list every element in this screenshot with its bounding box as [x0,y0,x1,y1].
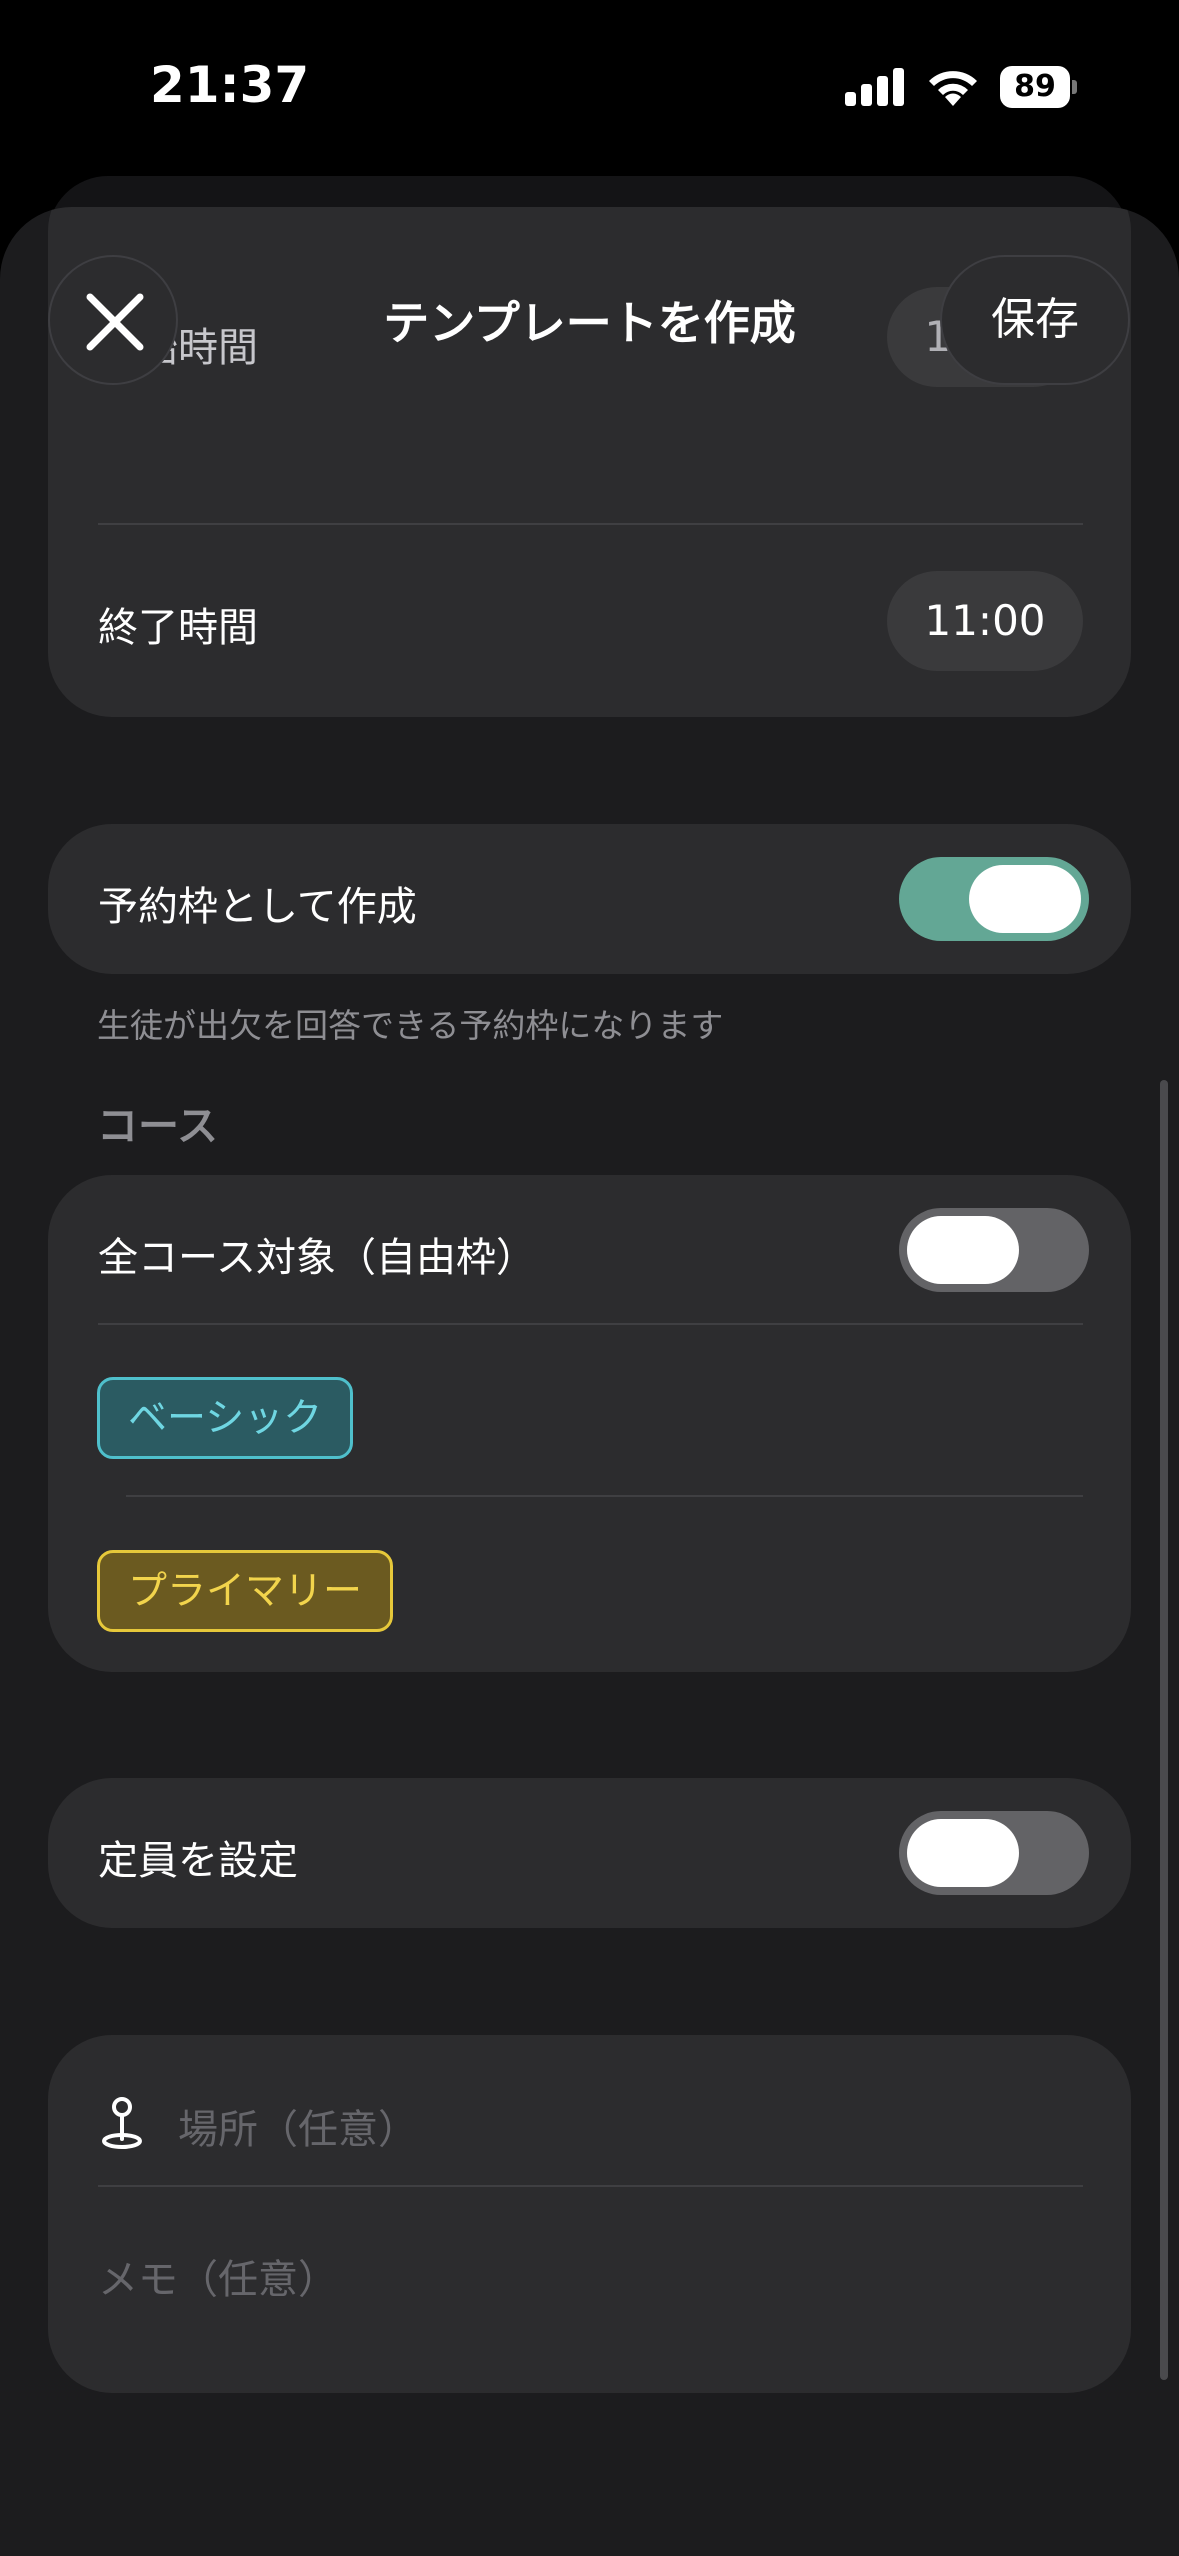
divider [98,2185,1083,2187]
close-icon [86,293,144,351]
course-tag-primary[interactable]: プライマリー [97,1550,394,1632]
wifi-icon [925,62,981,106]
end-time-picker[interactable]: 11:00 [887,571,1083,671]
reservation-card: 予約枠として作成 [48,824,1131,974]
course-tag-basic[interactable]: ベーシック [97,1377,354,1459]
location-pin-icon [98,2095,146,2151]
status-time: 21:37 [150,56,310,114]
page-title: テンプレートを作成 [383,296,796,350]
capacity-toggle[interactable] [899,1811,1089,1895]
cellular-signal-icon [845,66,905,106]
course-section-header: コース [97,1102,218,1150]
scrollbar[interactable] [1160,1080,1168,2380]
memo-input[interactable]: メモ（任意） [98,2247,338,2305]
reservation-toggle[interactable] [899,857,1089,941]
end-time-label: 終了時間 [98,605,258,651]
divider [126,1495,1083,1497]
close-button[interactable] [48,255,178,385]
course-card: 全コース対象（自由枠） ベーシック プライマリー [48,1175,1131,1672]
reservation-label: 予約枠として作成 [98,884,417,930]
capacity-card: 定員を設定 [48,1778,1131,1928]
template-sheet: 開始時間 10:00 終了時間 11:00 予約枠として作成 生徒が出欠を回答で… [0,207,1179,2556]
save-button[interactable]: 保存 [940,255,1130,385]
battery-level: 89 [1014,69,1056,104]
sheet-header: テンプレートを作成 保存 [0,207,1179,385]
divider [98,1323,1083,1325]
all-courses-toggle[interactable] [899,1208,1089,1292]
reservation-caption: 生徒が出欠を回答できる予約枠になります [97,1006,724,1045]
status-bar: 21:37 89 [0,0,1179,170]
battery-icon: 89 [1000,66,1077,108]
location-input[interactable]: 場所（任意） [178,2097,418,2155]
all-courses-label: 全コース対象（自由枠） [98,1235,536,1281]
capacity-label: 定員を設定 [98,1838,298,1884]
divider [98,523,1083,525]
details-card: 場所（任意） メモ（任意） [48,2035,1131,2393]
